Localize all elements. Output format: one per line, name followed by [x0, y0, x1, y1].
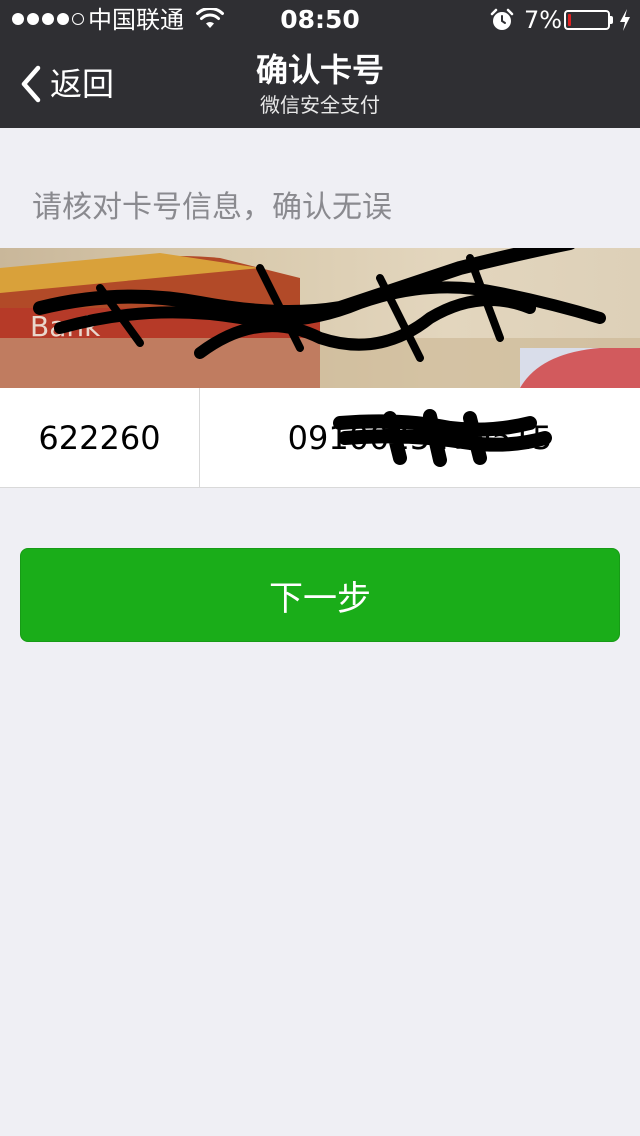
battery-tip — [610, 16, 613, 24]
card-photo: Bank — [0, 248, 640, 388]
card-number-prefix: 622260 — [0, 388, 200, 488]
card-number-rest: 0910025470515 — [287, 419, 553, 457]
card-number-row: 622260 0910025470515 — [0, 388, 640, 488]
next-step-button[interactable]: 下一步 — [20, 548, 620, 642]
nav-bar: 返回 确认卡号 微信安全支付 — [0, 40, 640, 128]
battery-percent: 7% — [524, 6, 563, 34]
instruction-text: 请核对卡号信息，确认无误 — [32, 190, 392, 225]
charging-icon — [620, 9, 630, 31]
screen: 中国联通 08:50 7% 返回 确认卡号 微信安全支付 请核对卡号信息，确认无… — [0, 0, 640, 1136]
battery-level — [568, 14, 571, 26]
status-bar: 中国联通 08:50 7% — [0, 0, 640, 40]
alarm-icon — [490, 8, 514, 30]
bank-card-image: Bank — [0, 248, 640, 388]
battery-icon — [564, 10, 610, 30]
page-subtitle: 微信安全支付 — [260, 93, 380, 117]
page-title: 确认卡号 — [255, 51, 384, 89]
